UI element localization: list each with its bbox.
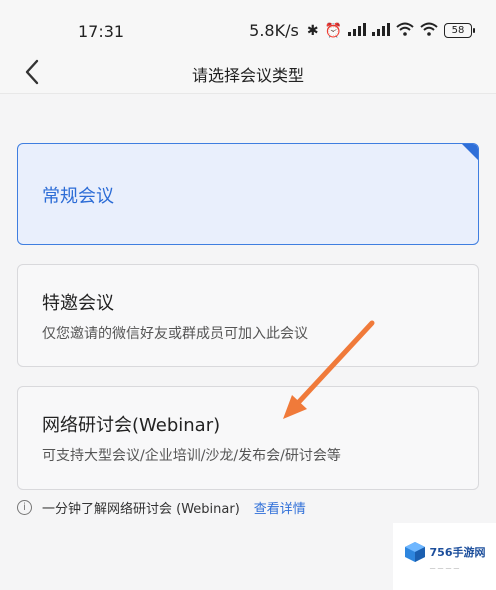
- info-row: i 一分钟了解网络研讨会 (Webinar) 查看详情: [17, 498, 306, 517]
- nav-bar: 请选择会议类型: [0, 52, 496, 94]
- option-title: 常规会议: [42, 186, 114, 207]
- signal-icon-2: [372, 22, 390, 39]
- option-title: 特邀会议: [42, 293, 114, 314]
- status-time: 17:31: [78, 22, 125, 41]
- cube-logo-icon: [404, 542, 425, 562]
- page-title: 请选择会议类型: [191, 66, 304, 85]
- status-icons: 5.8K/s ✱ ⏰ 58: [249, 21, 475, 40]
- battery-icon: 58: [444, 23, 475, 38]
- wifi-icon: [396, 22, 414, 39]
- option-description: 仅您邀请的微信好友或群成员可加入此会议: [42, 326, 308, 342]
- bluetooth-icon: ✱: [306, 22, 319, 39]
- selected-corner-icon: [461, 144, 478, 161]
- watermark-logo: 756手游网 — — — —: [393, 523, 496, 590]
- watermark-text: 756手游网: [429, 546, 486, 559]
- option-webinar[interactable]: 网络研讨会(Webinar) 可支持大型会议/企业培训/沙龙/发布会/研讨会等: [17, 386, 479, 490]
- option-regular-meeting[interactable]: 常规会议: [17, 143, 479, 245]
- signal-icon: [348, 22, 366, 39]
- option-description: 可支持大型会议/企业培训/沙龙/发布会/研讨会等: [42, 448, 341, 464]
- wifi-icon-2: [420, 22, 438, 39]
- watermark-sub: — — — —: [429, 565, 460, 572]
- status-bar: 17:31 5.8K/s ✱ ⏰ 58: [0, 0, 496, 52]
- option-title: 网络研讨会(Webinar): [42, 415, 221, 436]
- info-icon: i: [17, 500, 32, 515]
- alarm-icon: ⏰: [324, 22, 342, 39]
- info-text: 一分钟了解网络研讨会 (Webinar): [42, 502, 240, 517]
- view-details-link[interactable]: 查看详情: [254, 498, 306, 517]
- network-speed: 5.8K/s: [249, 21, 299, 40]
- option-invited-meeting[interactable]: 特邀会议 仅您邀请的微信好友或群成员可加入此会议: [17, 264, 479, 367]
